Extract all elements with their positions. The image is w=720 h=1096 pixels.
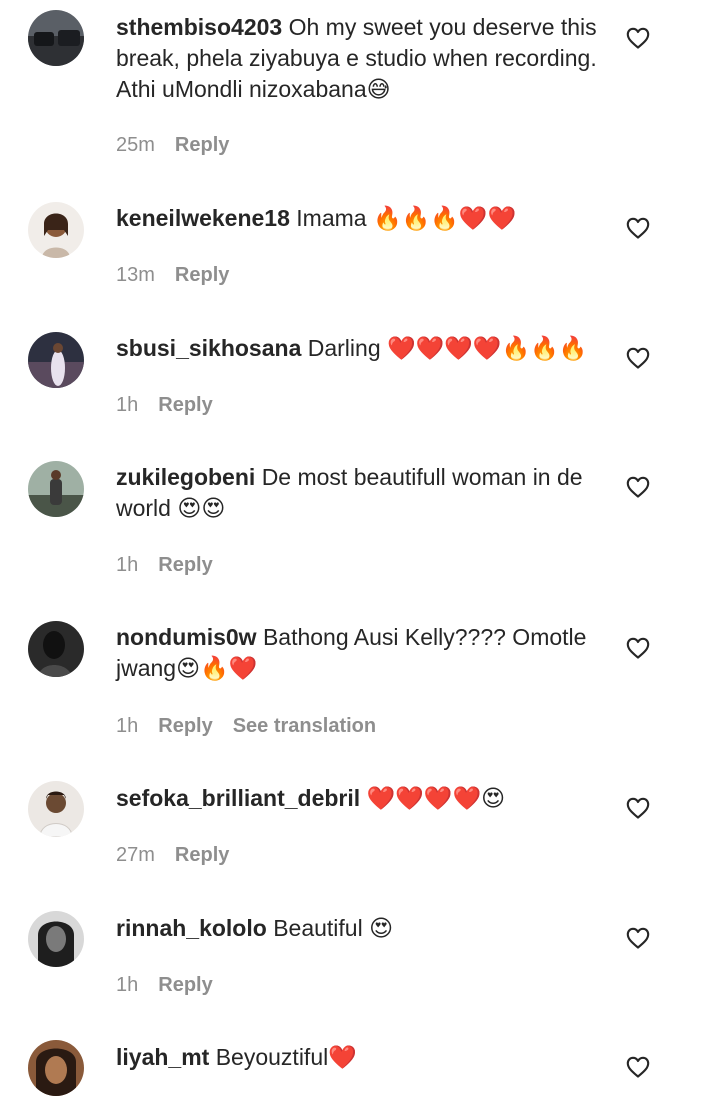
heart-icon[interactable] xyxy=(626,217,650,239)
comment-time: 25m xyxy=(116,134,155,156)
comment-time: 27m xyxy=(116,844,155,866)
heart-icon[interactable] xyxy=(626,347,650,369)
comment-time: 1h xyxy=(116,554,139,576)
comment-body: keneilwekene18 Imama 🔥🔥🔥❤️❤️ xyxy=(116,203,604,234)
comment-emoji: 😍😍 xyxy=(177,495,226,521)
heart-icon[interactable] xyxy=(626,27,650,49)
comment-body: sbusi_sikhosana Darling ❤️❤️❤️❤️🔥🔥🔥 xyxy=(116,333,604,364)
heart-icon[interactable] xyxy=(626,1056,650,1078)
avatar[interactable] xyxy=(28,10,84,66)
heart-icon[interactable] xyxy=(626,927,650,949)
comment-text: Beyouztiful xyxy=(215,1044,329,1070)
comment-body: sefoka_brilliant_debril ❤️❤️❤️❤️😍 xyxy=(116,783,604,814)
comment-body: zukilegobeni De most beautifull woman in… xyxy=(116,462,604,524)
comment-body: liyah_mt Beyouztiful❤️ xyxy=(116,1042,604,1073)
avatar[interactable] xyxy=(28,1040,84,1096)
reply-button[interactable]: Reply xyxy=(175,134,229,156)
heart-icon[interactable] xyxy=(626,476,650,498)
comment-emoji: 😍🔥❤️ xyxy=(176,655,258,681)
comment-meta: 25m Reply xyxy=(116,134,249,157)
comment-emoji: 😅 xyxy=(366,76,391,102)
reply-button[interactable]: Reply xyxy=(158,554,212,576)
comment-username[interactable]: zukilegobeni xyxy=(116,464,255,490)
comment-meta: 1h Reply xyxy=(116,394,233,417)
reply-button[interactable]: Reply xyxy=(158,974,212,996)
comment-emoji: 🔥🔥🔥❤️❤️ xyxy=(372,205,517,231)
comment-username[interactable]: rinnah_kololo xyxy=(116,915,267,941)
comment-time: 1h xyxy=(116,394,139,416)
heart-icon[interactable] xyxy=(626,797,650,819)
comment-meta: 27m Reply xyxy=(116,844,249,867)
avatar[interactable] xyxy=(28,911,84,967)
comment-username[interactable]: sefoka_brilliant_debril xyxy=(116,785,360,811)
avatar[interactable] xyxy=(28,461,84,517)
comment-text: Darling xyxy=(307,335,381,361)
comment-username[interactable]: keneilwekene18 xyxy=(116,205,290,231)
comment-time: 1h xyxy=(116,974,139,996)
avatar[interactable] xyxy=(28,621,84,677)
comment-text: Imama xyxy=(296,205,367,231)
reply-button[interactable]: Reply xyxy=(158,394,212,416)
avatar[interactable] xyxy=(28,332,84,388)
comment-body: rinnah_kololo Beautiful 😍 xyxy=(116,913,604,944)
comment-body: sthembiso4203 Oh my sweet you deserve th… xyxy=(116,12,604,105)
reply-button[interactable]: Reply xyxy=(175,264,229,286)
comment-emoji: ❤️ xyxy=(328,1044,357,1070)
comment-emoji: ❤️❤️❤️❤️😍 xyxy=(366,785,506,811)
comment-body: nondumis0w Bathong Ausi Kelly???? Omotle… xyxy=(116,622,604,684)
comment-meta: 1h Reply xyxy=(116,554,233,577)
comment-meta: 1h Reply See translation xyxy=(116,715,396,738)
see-translation-button[interactable]: See translation xyxy=(233,715,376,737)
avatar[interactable] xyxy=(28,202,84,258)
comment-username[interactable]: nondumis0w xyxy=(116,624,257,650)
comment-username[interactable]: liyah_mt xyxy=(116,1044,209,1070)
comment-meta: 1h Reply xyxy=(116,974,233,997)
comment-text: Beautiful xyxy=(273,915,363,941)
reply-button[interactable]: Reply xyxy=(175,844,229,866)
comment-username[interactable]: sthembiso4203 xyxy=(116,14,282,40)
comment-time: 13m xyxy=(116,264,155,286)
comment-username[interactable]: sbusi_sikhosana xyxy=(116,335,301,361)
comment-time: 1h xyxy=(116,715,139,737)
comment-meta: 13m Reply xyxy=(116,264,249,287)
comment-emoji: ❤️❤️❤️❤️🔥🔥🔥 xyxy=(387,335,588,361)
comment-emoji: 😍 xyxy=(369,915,394,941)
heart-icon[interactable] xyxy=(626,637,650,659)
avatar[interactable] xyxy=(28,781,84,837)
reply-button[interactable]: Reply xyxy=(158,715,212,737)
